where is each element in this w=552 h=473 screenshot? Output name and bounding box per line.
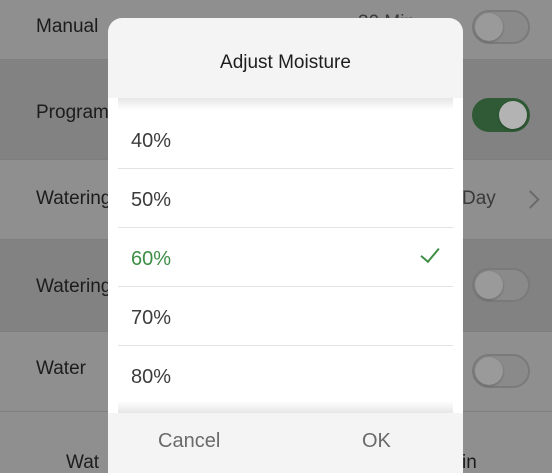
checkmark-icon — [420, 242, 440, 264]
option-label: 40% — [131, 130, 172, 152]
ok-button[interactable]: OK — [362, 430, 391, 453]
row-value: Day — [462, 188, 496, 209]
water-toggle[interactable] — [472, 354, 530, 388]
option-80[interactable]: 80% — [108, 346, 463, 405]
cancel-button[interactable]: Cancel — [158, 430, 220, 453]
adjust-moisture-dialog: Adjust Moisture 40% 50% 60% 70% 80% Canc… — [108, 18, 463, 473]
watering-toggle[interactable] — [472, 268, 530, 302]
row-label: Manual — [36, 16, 99, 37]
row-label: Water — [36, 358, 86, 379]
option-50[interactable]: 50% — [108, 169, 463, 228]
option-label: 50% — [131, 189, 172, 211]
toggle-knob — [499, 101, 527, 129]
toggle-knob — [475, 357, 503, 385]
moisture-picker[interactable]: 40% 50% 60% 70% 80% — [108, 98, 463, 413]
program-toggle[interactable] — [472, 98, 530, 132]
toggle-knob — [475, 271, 503, 299]
row-label: Program — [36, 102, 109, 123]
option-label: 80% — [131, 366, 172, 388]
picker-top-edge — [118, 98, 453, 110]
row-label: Watering — [36, 188, 112, 209]
dialog-actions: Cancel OK — [108, 413, 463, 473]
manual-toggle[interactable] — [472, 10, 530, 44]
picker-bottom-edge — [118, 401, 453, 413]
screen: Manual 30 Min Program Watering Day Water… — [0, 0, 552, 473]
toggle-knob — [475, 13, 503, 41]
row-label: Wat — [66, 452, 100, 473]
option-label: 70% — [131, 307, 172, 329]
row-value: in — [462, 452, 477, 473]
option-70[interactable]: 70% — [108, 287, 463, 346]
option-label: 60% — [131, 248, 172, 270]
dialog-title: Adjust Moisture — [220, 52, 351, 73]
option-60[interactable]: 60% — [108, 228, 463, 287]
option-40[interactable]: 40% — [108, 110, 463, 169]
chevron-right-icon — [521, 190, 540, 209]
row-label: Watering — [36, 276, 112, 297]
